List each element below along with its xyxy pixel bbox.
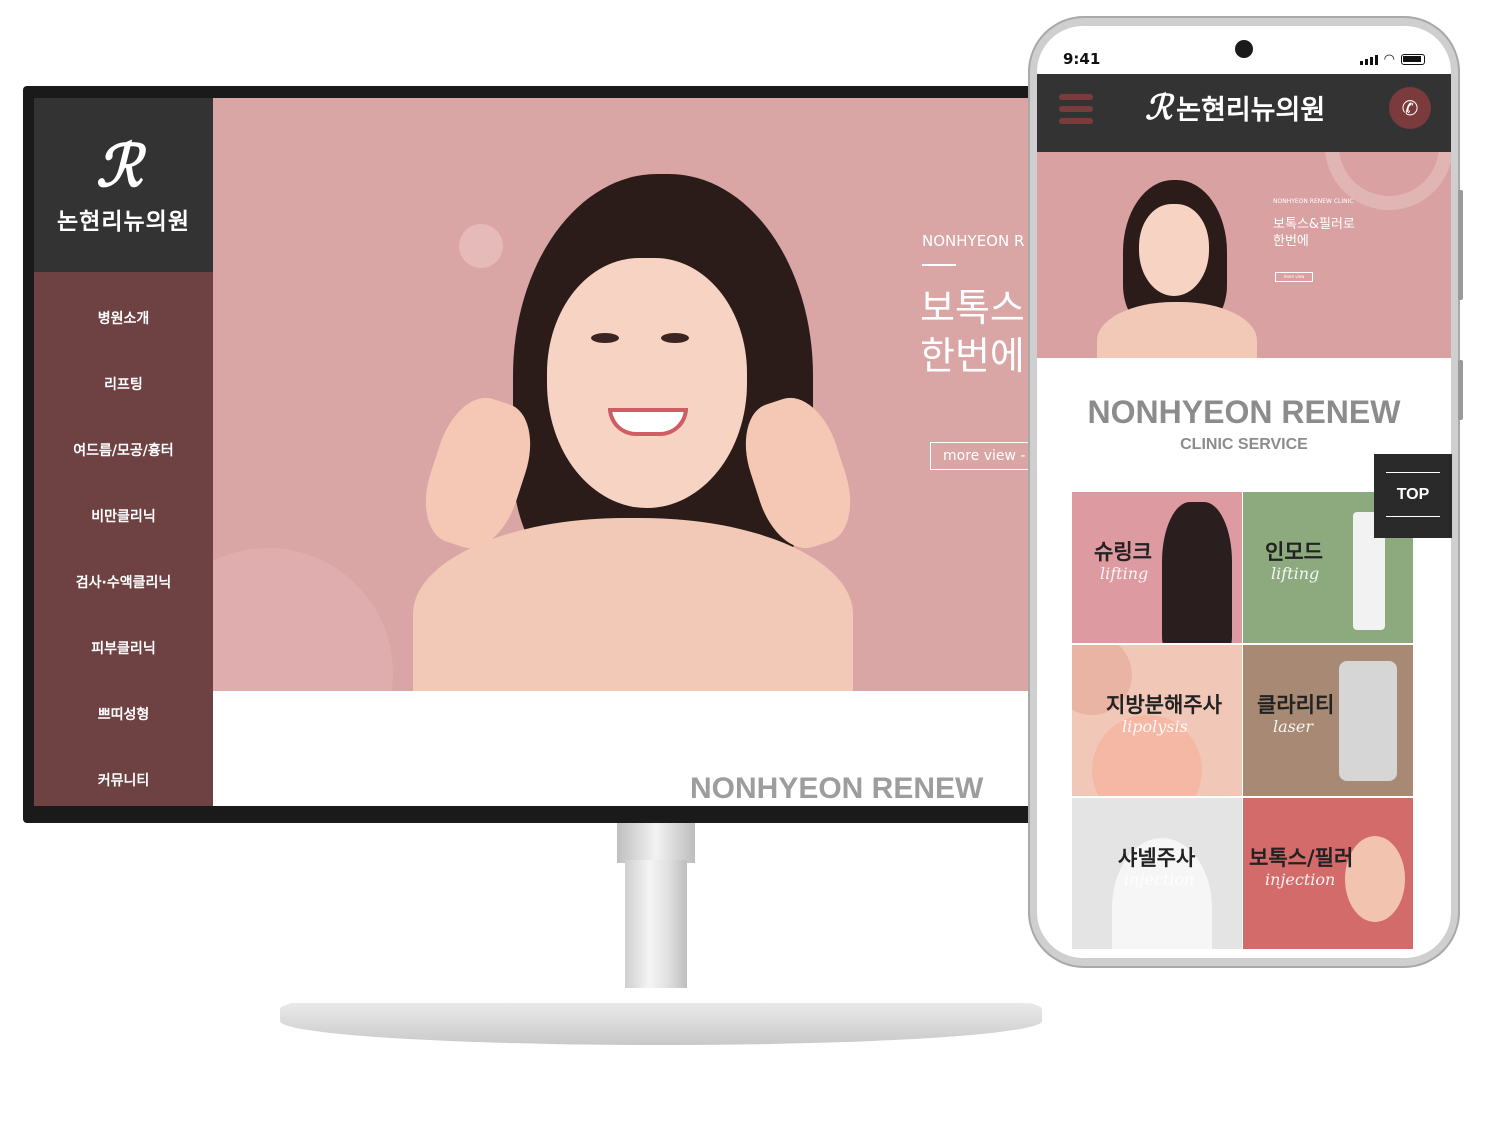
- section-title: NONHYEON RENEW: [690, 772, 984, 805]
- phone-icon[interactable]: ✆: [1389, 87, 1431, 129]
- more-view-button[interactable]: more view -: [930, 442, 1028, 470]
- logo-text: 논현리뉴의원: [57, 209, 190, 235]
- sidebar-item-obesity[interactable]: 비만클리닉: [34, 484, 213, 550]
- tile-model-image: [1345, 836, 1405, 922]
- tile-subtitle: lipolysis: [1122, 717, 1188, 736]
- tile-subtitle: injection: [1124, 870, 1195, 889]
- tile-subtitle: lifting: [1271, 564, 1320, 583]
- camera-icon: [1235, 40, 1253, 58]
- sidebar-item-about[interactable]: 병원소개: [34, 286, 213, 352]
- mobile-hero-title: 보톡스&필러로 한번에: [1273, 217, 1355, 249]
- service-grid: 슈링크 lifting 인모드 lifting 지방분해주사 lipolysis…: [1072, 492, 1414, 949]
- sidebar-item-petit[interactable]: 쁘띠성형: [34, 682, 213, 748]
- hero-banner: NONHYEON R 보톡스 한번에 more view -: [213, 98, 1028, 691]
- mobile-header: ℛ 논현리뉴의원 ✆: [1037, 74, 1451, 152]
- tile-title: 보톡스/필러: [1249, 846, 1354, 870]
- tile-title: 클라리티: [1257, 693, 1335, 717]
- wifi-icon: ◠: [1383, 52, 1395, 67]
- mobile-logo-text: 논현리뉴의원: [1176, 95, 1326, 126]
- mobile-more-view-button[interactable]: more view: [1275, 272, 1313, 282]
- sidebar: ℛ 논현리뉴의원 병원소개 리프팅 여드름/모공/흉터 비만클리닉 검사·수액클…: [34, 98, 213, 806]
- status-icons: ◠: [1359, 52, 1425, 67]
- signal-icon: [1359, 54, 1378, 65]
- service-tile-botox[interactable]: 보톡스/필러 injection: [1243, 798, 1414, 949]
- service-tile-chanel[interactable]: 샤넬주사 injection: [1072, 798, 1243, 949]
- hero-divider: [922, 264, 956, 266]
- hamburger-menu-icon[interactable]: [1059, 94, 1093, 124]
- tile-title: 지방분해주사: [1106, 693, 1222, 717]
- service-tile-clarity[interactable]: 클라리티 laser: [1243, 645, 1414, 796]
- phone-side-button: [1458, 190, 1463, 300]
- monitor-stand: [625, 860, 687, 988]
- mobile-logo[interactable]: ℛ 논현리뉴의원: [1145, 88, 1325, 128]
- service-tile-lipolysis[interactable]: 지방분해주사 lipolysis: [1072, 645, 1243, 796]
- mobile-hero-banner: NONHYEON RENEW CLINIC 보톡스&필러로 한번에 more v…: [1037, 152, 1451, 358]
- monitor-neck: [617, 823, 695, 863]
- tile-model-image: [1162, 502, 1232, 643]
- tile-title: 인모드: [1265, 540, 1323, 564]
- service-tile-shrink[interactable]: 슈링크 lifting: [1072, 492, 1243, 643]
- sidebar-nav: 병원소개 리프팅 여드름/모공/흉터 비만클리닉 검사·수액클리닉 피부클리닉 …: [34, 286, 213, 806]
- sidebar-item-community[interactable]: 커뮤니티: [34, 748, 213, 806]
- brand-subtitle: CLINIC SERVICE: [1180, 436, 1308, 453]
- top-button-label: TOP: [1396, 486, 1430, 503]
- mobile-hero-model-body: [1097, 302, 1257, 358]
- logo-mark-icon: ℛ: [1145, 88, 1173, 128]
- decor-circle: [459, 224, 503, 268]
- tile-subtitle: lifting: [1100, 564, 1149, 583]
- tile-subtitle: injection: [1265, 870, 1336, 889]
- mobile-hero-tag: NONHYEON RENEW CLINIC: [1273, 198, 1354, 205]
- top-button[interactable]: TOP: [1374, 454, 1452, 538]
- tile-device-image: [1339, 661, 1397, 781]
- logo-mark-icon: ℛ: [96, 132, 143, 200]
- desktop-screen: ℛ 논현리뉴의원 병원소개 리프팅 여드름/모공/흉터 비만클리닉 검사·수액클…: [34, 98, 1028, 806]
- tile-title: 샤넬주사: [1118, 846, 1196, 870]
- sidebar-item-acne[interactable]: 여드름/모공/흉터: [34, 418, 213, 484]
- battery-icon: [1401, 54, 1425, 65]
- sidebar-item-lifting[interactable]: 리프팅: [34, 352, 213, 418]
- tile-title: 슈링크: [1094, 540, 1152, 564]
- hero-model-eye: [591, 333, 619, 343]
- logo[interactable]: ℛ 논현리뉴의원: [34, 98, 213, 272]
- phone-side-button: [1458, 360, 1463, 420]
- status-time: 9:41: [1063, 50, 1101, 68]
- tile-subtitle: laser: [1273, 717, 1313, 736]
- hero-model-face: [547, 258, 747, 508]
- hero-title: 보톡스 한번에: [920, 286, 1025, 378]
- monitor-foot: [280, 1003, 1042, 1045]
- sidebar-item-skin[interactable]: 피부클리닉: [34, 616, 213, 682]
- mobile-hero-model-face: [1139, 204, 1209, 296]
- sidebar-item-test[interactable]: 검사·수액클리닉: [34, 550, 213, 616]
- brand-title: NONHYEON RENEW: [1087, 394, 1401, 430]
- hero-model-eye: [661, 333, 689, 343]
- hero-subtitle: NONHYEON R: [922, 232, 1025, 250]
- decor-circle: [213, 548, 393, 691]
